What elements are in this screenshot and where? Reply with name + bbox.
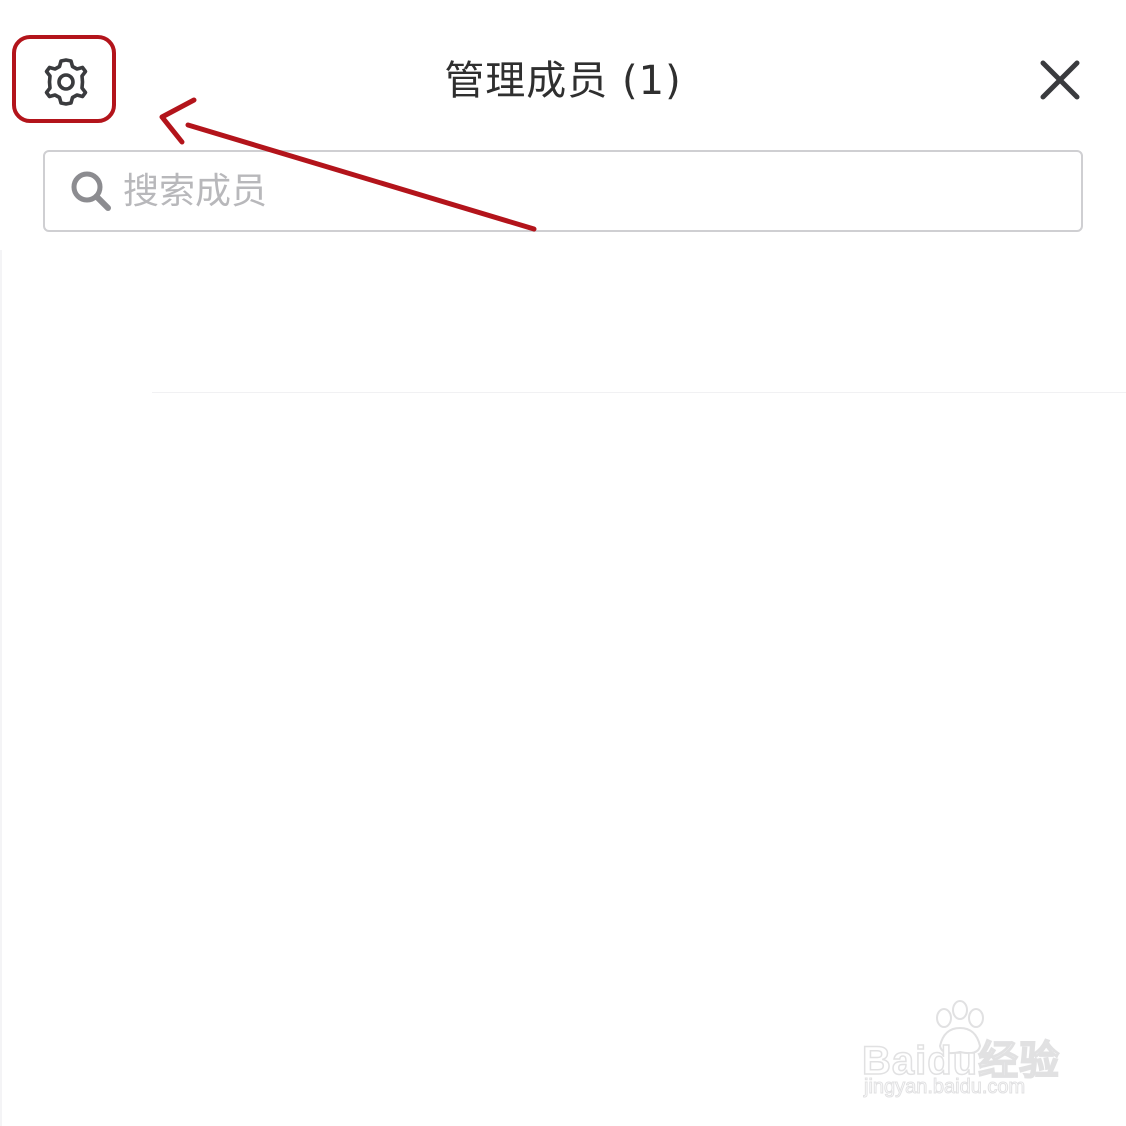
search-icon bbox=[69, 169, 113, 213]
watermark-url: jingyan.baidu.com bbox=[863, 1076, 1026, 1099]
page-title: 管理成员 (1) bbox=[444, 58, 682, 104]
list-divider bbox=[152, 392, 1126, 393]
search-bar[interactable] bbox=[43, 150, 1083, 232]
left-edge-divider bbox=[0, 250, 2, 1126]
search-input[interactable] bbox=[123, 170, 1023, 212]
baidu-jingyan-watermark: Baidu经验 jingyan.baidu.com bbox=[861, 1000, 1072, 1110]
close-icon bbox=[1040, 60, 1080, 100]
close-button[interactable] bbox=[1036, 56, 1084, 104]
manage-members-page: 管理成员 (1) Baidu bbox=[0, 0, 1126, 1126]
